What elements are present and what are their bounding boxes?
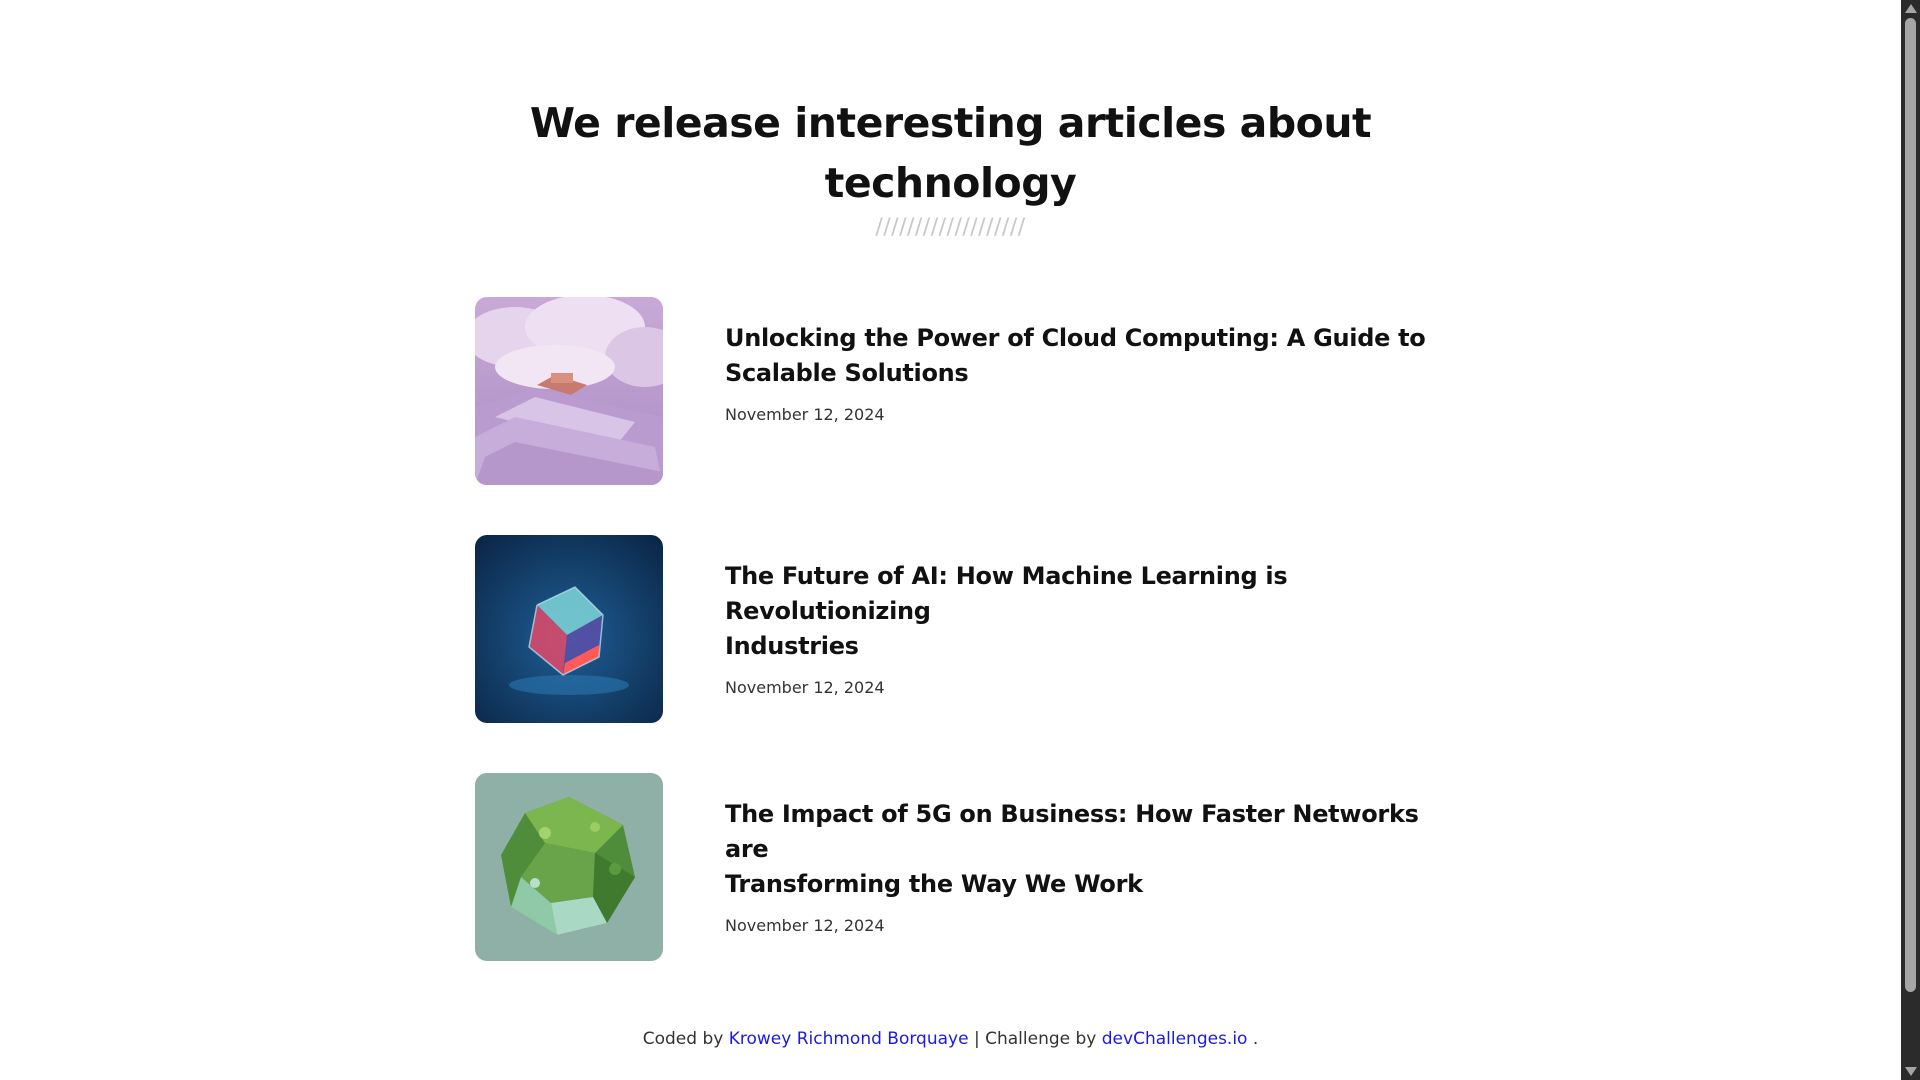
page-title-line-2: technology xyxy=(824,159,1077,208)
article-title-line-1: Unlocking the Power of Cloud Computing: … xyxy=(725,324,1426,352)
article-info: The Future of AI: How Machine Learning i… xyxy=(725,559,1455,697)
vertical-scrollbar[interactable] xyxy=(1901,0,1920,1080)
article-title[interactable]: Unlocking the Power of Cloud Computing: … xyxy=(725,321,1455,391)
footer-separator: | Challenge by xyxy=(973,1029,1097,1049)
devchallenges-link[interactable]: devChallenges.io xyxy=(1102,1029,1248,1049)
glass-cube-image[interactable] xyxy=(475,535,663,723)
article-item: Unlocking the Power of Cloud Computing: … xyxy=(475,297,1455,535)
page: We release interesting articles about te… xyxy=(0,0,1901,1080)
author-link[interactable]: Krowey Richmond Borquaye xyxy=(729,1029,969,1049)
article-info: The Impact of 5G on Business: How Faster… xyxy=(725,797,1455,935)
article-title-line-2: Scalable Solutions xyxy=(725,359,969,387)
footer-prefix: Coded by xyxy=(642,1029,724,1049)
scroll-up-arrow-icon[interactable] xyxy=(1905,4,1917,13)
page-title-line-1: We release interesting articles about xyxy=(529,99,1372,148)
article-title[interactable]: The Future of AI: How Machine Learning i… xyxy=(725,559,1455,664)
article-item: The Future of AI: How Machine Learning i… xyxy=(475,535,1455,773)
article-item: The Impact of 5G on Business: How Faster… xyxy=(475,773,1455,1011)
article-list: Unlocking the Power of Cloud Computing: … xyxy=(475,297,1455,1011)
article-date: November 12, 2024 xyxy=(725,916,885,935)
scroll-down-arrow-icon[interactable] xyxy=(1905,1067,1917,1076)
article-date: November 12, 2024 xyxy=(725,405,885,424)
article-date: November 12, 2024 xyxy=(725,678,885,697)
article-title[interactable]: The Impact of 5G on Business: How Faster… xyxy=(725,797,1455,902)
article-title-line-1: The Impact of 5G on Business: How Faster… xyxy=(725,800,1419,863)
cloud-staircase-image[interactable] xyxy=(475,297,663,485)
page-title: We release interesting articles about te… xyxy=(0,93,1901,213)
footer: Coded by Krowey Richmond Borquaye | Chal… xyxy=(0,1029,1901,1049)
article-title-line-2: Transforming the Way We Work xyxy=(725,870,1143,898)
article-info: Unlocking the Power of Cloud Computing: … xyxy=(725,321,1455,424)
scrollbar-thumb[interactable] xyxy=(1905,18,1916,992)
footer-suffix: . xyxy=(1252,1029,1259,1049)
article-title-line-1: The Future of AI: How Machine Learning i… xyxy=(725,562,1288,625)
article-title-line-2: Industries xyxy=(725,632,859,660)
decorative-divider: /////////////////// xyxy=(875,215,1026,240)
green-crystal-image[interactable] xyxy=(475,773,663,961)
